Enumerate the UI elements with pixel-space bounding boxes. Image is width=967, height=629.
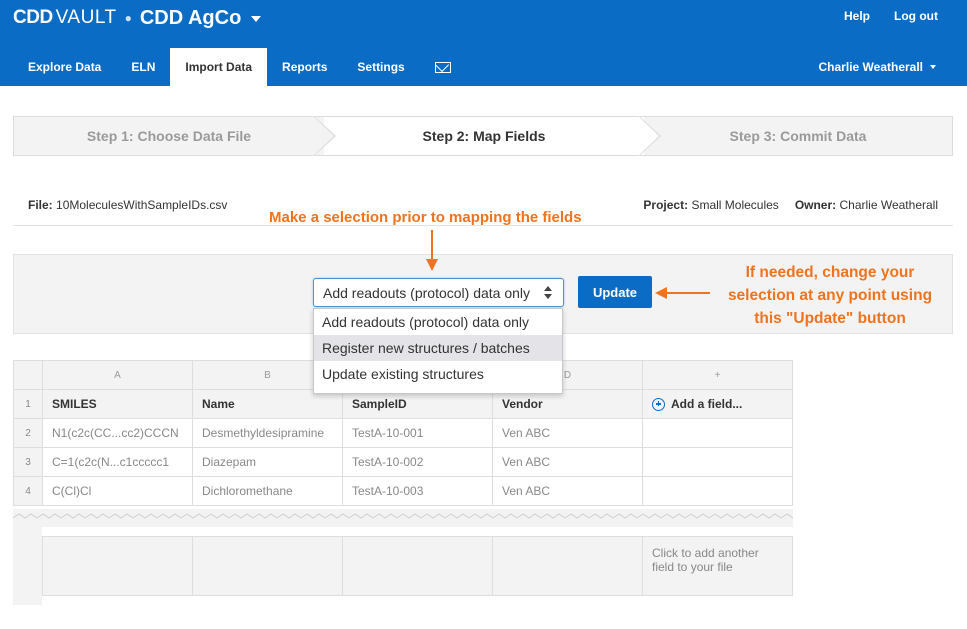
table-cell: [192, 536, 343, 596]
annotation-right-line: this "Update" button: [754, 310, 906, 327]
annotation-arrow-down: [431, 230, 433, 260]
add-another-field-text: field to your file: [652, 560, 733, 574]
user-name: Charlie Weatherall: [818, 60, 923, 74]
annotation-right: If needed, change your selection at any …: [700, 261, 960, 330]
import-type-dropdown: Add readouts (protocol) data only Regist…: [313, 308, 563, 394]
table-cell: TestA-10-001: [342, 418, 493, 448]
file-label: File:: [28, 198, 53, 212]
project-info-item: Project: Small Molecules: [643, 198, 778, 212]
tab-messages[interactable]: [420, 48, 466, 86]
add-field-button[interactable]: Add a field...: [652, 397, 783, 411]
row-number: 2: [13, 418, 43, 448]
step-3-commit-data: Step 3: Commit Data: [729, 128, 867, 144]
project-name: Small Molecules: [691, 198, 779, 212]
row-gutter: [13, 527, 42, 605]
caret-down-icon: [930, 65, 936, 69]
logo-vault: VAULT: [55, 7, 117, 28]
owner-label: Owner:: [794, 198, 837, 212]
table-cell: C=1(c2c(N...c1ccccc1: [42, 447, 193, 477]
top-links: Help Log out: [844, 9, 938, 23]
table-cell: TestA-10-003: [342, 476, 493, 506]
help-link[interactable]: Help: [844, 9, 870, 23]
table-cell: Ven ABC: [492, 418, 643, 448]
dropdown-option-register-new[interactable]: Register new structures / batches: [314, 335, 562, 361]
field-mapping-smiles[interactable]: SMILES: [42, 389, 193, 419]
table-cell: Ven ABC: [492, 447, 643, 477]
table-cell: [342, 536, 493, 596]
main-nav: Explore Data ELN Import Data Reports Set…: [13, 48, 466, 86]
table-row: 2 N1(c2c(CC...cc2)CCCN Desmethyldesipram…: [13, 418, 793, 448]
table-tear-separator: [13, 509, 793, 527]
table-row: Click to add another field to your file: [42, 536, 793, 596]
logo-separator-dot: ●: [124, 11, 132, 25]
table-row: 3 C=1(c2c(N...c1ccccc1 Diazepam TestA-10…: [13, 447, 793, 477]
corner-cell: [13, 360, 43, 390]
table-row: 4 C(Cl)Cl Dichloromethane TestA-10-003 V…: [13, 476, 793, 506]
arrow-down-icon: [426, 259, 438, 271]
logout-link[interactable]: Log out: [894, 9, 938, 23]
step-1-choose-data-file: Step 1: Choose Data File: [86, 128, 252, 144]
tab-settings[interactable]: Settings: [342, 48, 419, 86]
add-field-label: Add a field...: [671, 397, 743, 411]
project-info: Project: Small Molecules Owner: Charlie …: [643, 198, 938, 212]
project-label: Project:: [643, 198, 689, 212]
step-chevron: [313, 116, 334, 156]
annotation-right-line: selection at any point using: [727, 287, 933, 304]
vault-switcher-caret-icon[interactable]: [251, 16, 262, 22]
import-type-select[interactable]: Add readouts (protocol) data only: [313, 278, 564, 307]
arrow-left-icon: [655, 287, 667, 299]
logo-cdd: CDD: [13, 7, 53, 28]
wizard-steps: Step 1: Choose Data File Step 2: Map Fie…: [13, 116, 953, 156]
update-button[interactable]: Update: [578, 276, 652, 308]
tab-import-data[interactable]: Import Data: [170, 48, 268, 86]
plus-circle-icon: [652, 397, 665, 411]
dropdown-option-readouts[interactable]: Add readouts (protocol) data only: [314, 309, 562, 335]
file-name: 10MoleculesWithSampleIDs.csv: [56, 198, 228, 212]
table-cell: N1(c2c(CC...cc2)CCCN: [42, 418, 193, 448]
table-cell: Desmethyldesipramine: [192, 418, 343, 448]
table-cell: Diazepam: [192, 447, 343, 477]
import-type-selected: Add readouts (protocol) data only: [323, 284, 531, 301]
row-number: 1: [13, 389, 43, 419]
tab-eln[interactable]: ELN: [116, 48, 170, 86]
table-cell: [42, 536, 193, 596]
add-another-field-cell[interactable]: Click to add another field to your file: [642, 536, 793, 596]
top-bar: CDD VAULT ● CDD AgCo Help Log out Explor…: [0, 0, 967, 86]
table-cell: TestA-10-002: [342, 447, 493, 477]
table-cell: C(Cl)Cl: [42, 476, 193, 506]
column-letter: A: [42, 360, 193, 390]
file-info: File: 10MoleculesWithSampleIDs.csv: [28, 198, 227, 212]
select-arrows-icon: [544, 286, 552, 300]
table-cell: Dichloromethane: [192, 476, 343, 506]
step-chevron: [638, 116, 659, 156]
vault-name: CDD AgCo: [139, 6, 242, 29]
table-cell: [492, 536, 643, 596]
dropdown-option-update-existing[interactable]: Update existing structures: [314, 361, 562, 387]
owner-info-item: Owner: Charlie Weatherall: [795, 198, 938, 212]
row-number: 4: [13, 476, 43, 506]
envelope-icon: [434, 61, 451, 73]
annotation-arrow-left: [665, 292, 710, 294]
user-menu[interactable]: Charlie Weatherall: [819, 48, 936, 86]
tab-reports[interactable]: Reports: [267, 48, 342, 86]
table-cell: [642, 418, 793, 448]
add-field-cell[interactable]: Add a field...: [642, 389, 793, 419]
lower-grid: Click to add another field to your file: [42, 536, 793, 596]
column-letter-add[interactable]: +: [642, 360, 793, 390]
annotation-top: Make a selection prior to mapping the fi…: [269, 209, 582, 226]
row-number: 3: [13, 447, 43, 477]
table-cell: Ven ABC: [492, 476, 643, 506]
annotation-right-line: If needed, change your: [745, 264, 915, 281]
tab-explore-data[interactable]: Explore Data: [13, 48, 116, 86]
brand[interactable]: CDD VAULT ● CDD AgCo: [13, 5, 262, 31]
table-cell: [642, 476, 793, 506]
table-cell: [642, 447, 793, 477]
owner-name: Charlie Weatherall: [839, 198, 939, 212]
step-2-map-fields: Step 2: Map Fields: [324, 117, 644, 155]
add-another-field-text: Click to add another: [652, 546, 759, 560]
